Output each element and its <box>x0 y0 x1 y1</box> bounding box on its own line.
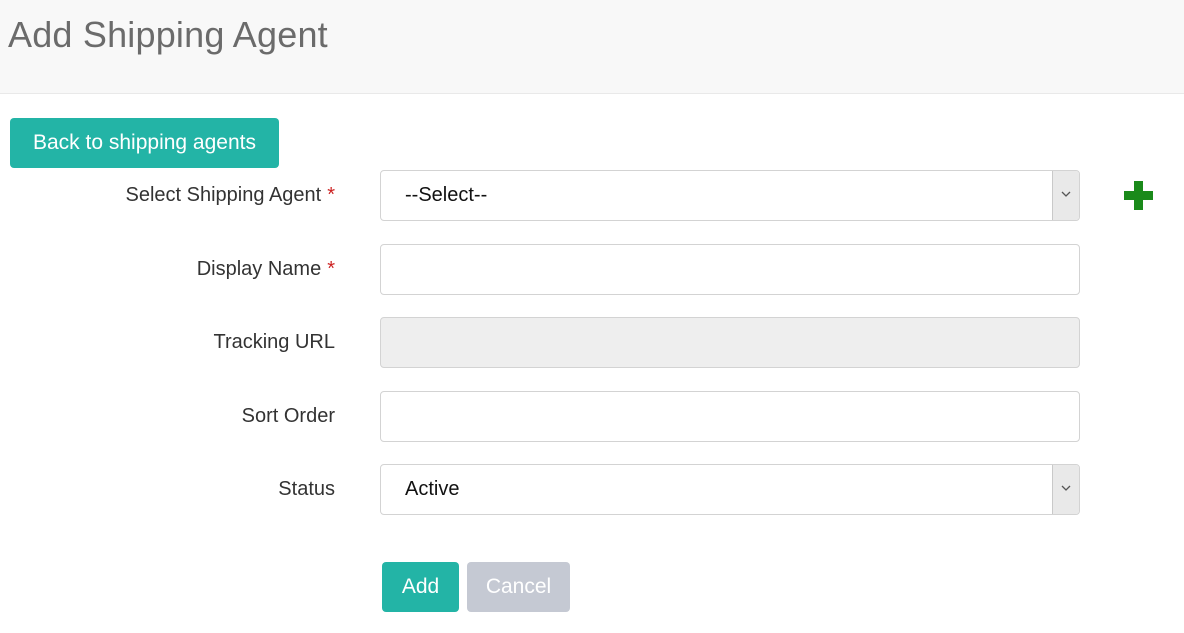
status-selected-value: Active <box>405 478 460 500</box>
sort-order-label: Sort Order <box>241 405 335 427</box>
status-row: Status Active <box>0 464 1184 515</box>
status-select[interactable]: Active <box>380 464 1080 515</box>
shipping-agent-row: Select Shipping Agent * --Select-- <box>0 170 1184 221</box>
add-button[interactable]: Add <box>382 562 459 612</box>
tracking-url-label: Tracking URL <box>213 331 335 353</box>
sort-order-input[interactable] <box>380 391 1080 442</box>
cancel-button[interactable]: Cancel <box>467 562 570 612</box>
required-marker: * <box>327 258 335 280</box>
tracking-url-row: Tracking URL <box>0 317 1184 368</box>
tracking-url-input <box>380 317 1080 368</box>
sort-order-row: Sort Order <box>0 391 1184 442</box>
page-title: Add Shipping Agent <box>8 14 328 55</box>
shipping-agent-selected-value: --Select-- <box>405 184 488 206</box>
shipping-agent-select[interactable]: --Select-- <box>380 170 1080 221</box>
status-label: Status <box>278 478 335 500</box>
display-name-input[interactable] <box>380 244 1080 295</box>
back-to-shipping-agents-button[interactable]: Back to shipping agents <box>10 118 279 168</box>
display-name-row: Display Name * <box>0 244 1184 295</box>
shipping-agent-label: Select Shipping Agent * <box>125 184 336 206</box>
chevron-down-icon[interactable] <box>1052 171 1079 220</box>
plus-icon[interactable] <box>1123 180 1154 211</box>
page-header: Add Shipping Agent <box>0 0 1184 94</box>
required-marker: * <box>327 184 335 206</box>
chevron-down-icon[interactable] <box>1052 465 1079 514</box>
display-name-label: Display Name * <box>196 258 335 280</box>
